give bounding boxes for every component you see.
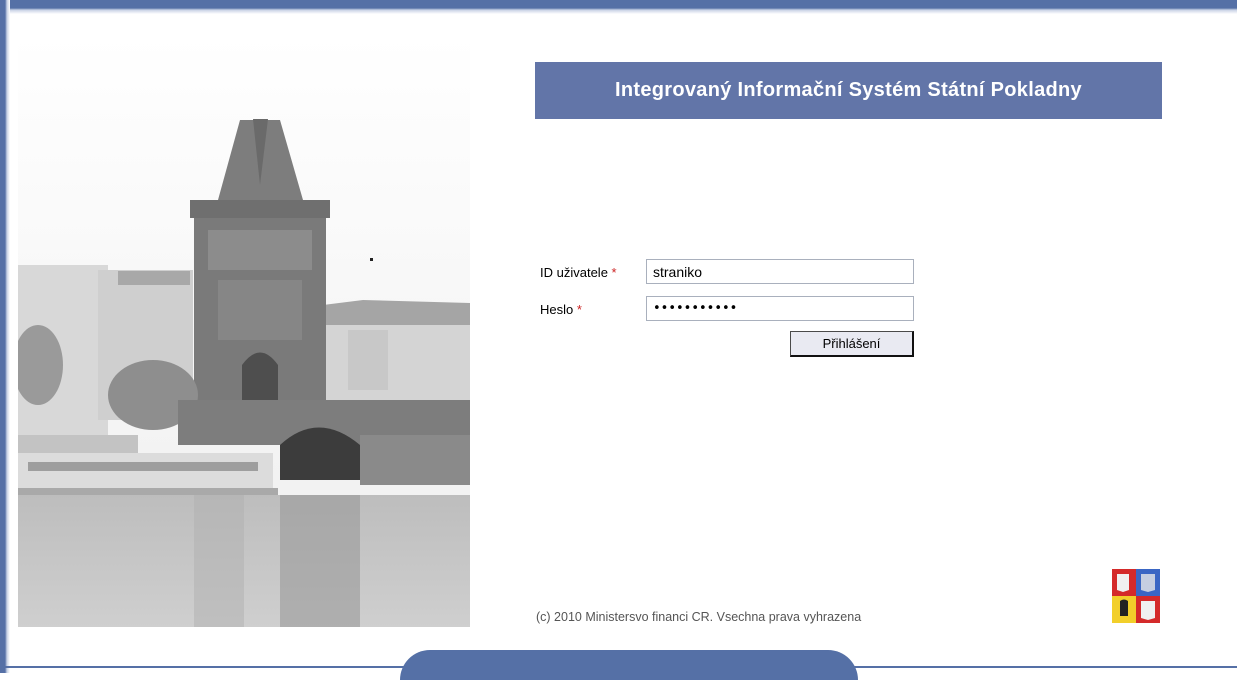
- bottom-frame-line: [0, 666, 1237, 668]
- login-button[interactable]: Přihlášení: [790, 331, 914, 357]
- required-marker: *: [611, 265, 617, 280]
- left-frame-border: [0, 0, 10, 673]
- bottom-decorative-tab: [400, 650, 858, 680]
- password-label: Heslo *: [540, 302, 582, 317]
- copyright-text: (c) 2010 Ministersvo financi CR. Vsechna…: [536, 610, 862, 624]
- prague-bridge-tower-photo: [18, 35, 470, 627]
- app-title: Integrovaný Informační Systém Státní Pok…: [615, 79, 1082, 101]
- user-id-input[interactable]: [646, 259, 914, 284]
- user-id-label: ID uživatele *: [540, 265, 617, 280]
- password-input[interactable]: [646, 296, 914, 321]
- app-title-banner: Integrovaný Informační Systém Státní Pok…: [535, 62, 1162, 119]
- top-frame-bar: [0, 0, 1237, 14]
- stray-dot: [370, 258, 373, 261]
- required-marker: *: [576, 302, 582, 317]
- czech-coat-of-arms-icon: [1111, 568, 1161, 624]
